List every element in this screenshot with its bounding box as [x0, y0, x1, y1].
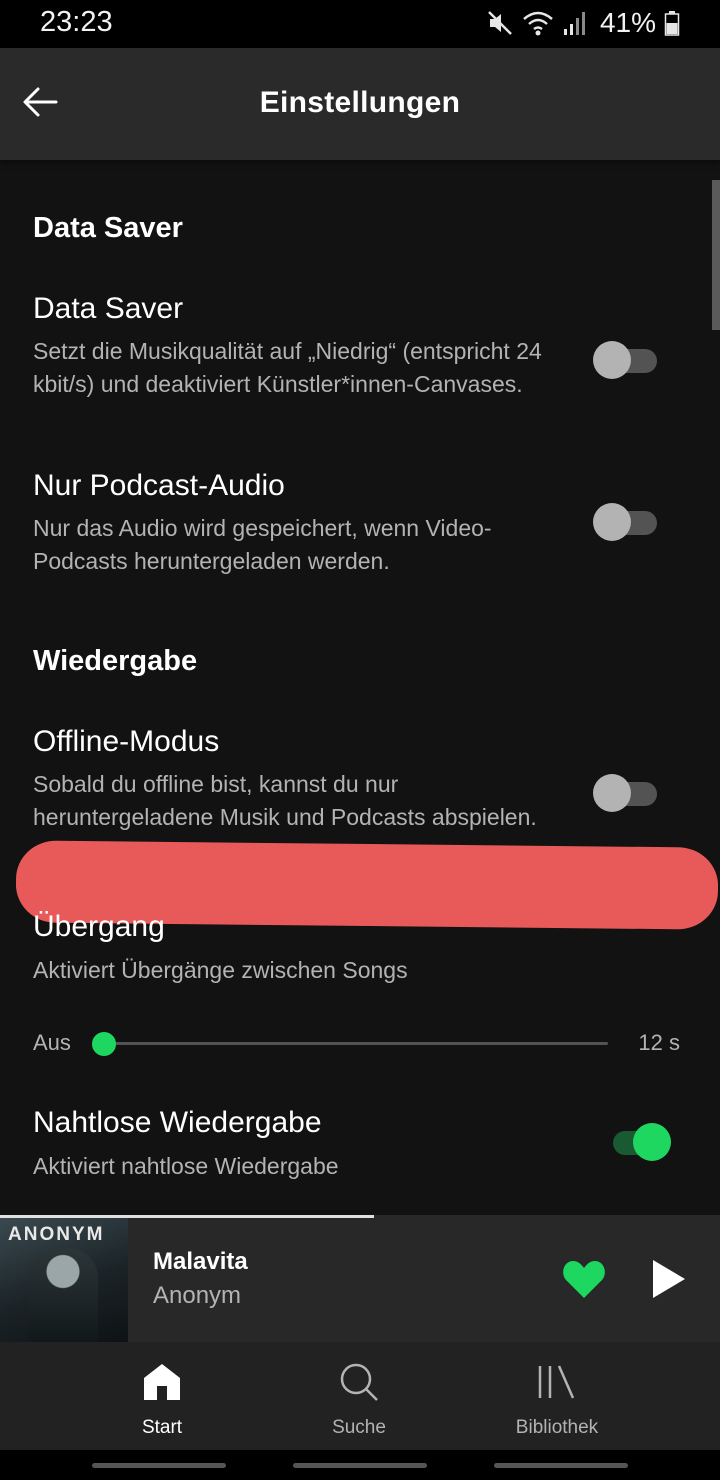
page-title: Einstellungen — [259, 86, 461, 119]
play-button[interactable] — [648, 1257, 688, 1301]
system-nav-home[interactable] — [293, 1463, 427, 1468]
like-button[interactable] — [561, 1257, 607, 1301]
section-header-data-saver: Data Saver — [33, 212, 183, 244]
search-icon — [340, 1363, 378, 1401]
toggle-podcast-audio[interactable] — [593, 502, 659, 542]
crossfade-slider[interactable] — [92, 1032, 608, 1056]
cover-figure — [28, 1248, 98, 1342]
wifi-icon — [523, 11, 553, 36]
toggle-gapless[interactable] — [603, 1122, 671, 1162]
toggle-thumb — [633, 1123, 671, 1161]
setting-desc-data-saver: Setzt die Musikqualität auf „Niedrig“ (e… — [33, 338, 542, 397]
status-time: 23:23 — [40, 6, 113, 38]
scrollbar[interactable] — [712, 180, 720, 330]
status-bar: 23:23 41% — [0, 0, 720, 48]
slider-thumb[interactable] — [92, 1032, 116, 1056]
toggle-data-saver[interactable] — [593, 340, 659, 380]
slider-track — [104, 1042, 608, 1045]
setting-title-offline-mode: Offline-Modus — [33, 725, 220, 758]
battery-percent: 41% — [599, 7, 656, 38]
setting-desc-gapless: Aktiviert nahtlose Wiedergabe — [33, 1153, 339, 1179]
album-cover: ANONYM — [0, 1218, 128, 1342]
crossfade-max-label: 12 s — [638, 1030, 680, 1055]
nav-item-library[interactable]: Bibliothek — [457, 1342, 657, 1450]
home-icon — [144, 1364, 180, 1400]
signal-icon — [563, 12, 585, 35]
nav-label-library: Bibliothek — [515, 1417, 599, 1438]
battery-icon — [664, 11, 680, 36]
setting-title-crossfade: Übergang — [33, 910, 165, 943]
setting-title-gapless: Nahtlose Wiedergabe — [33, 1106, 322, 1139]
heart-icon — [563, 1261, 605, 1298]
system-nav-recents[interactable] — [92, 1463, 226, 1468]
setting-title-podcast-audio: Nur Podcast-Audio — [33, 469, 285, 502]
bottom-nav: Start Suche Bibliothek — [0, 1342, 720, 1450]
system-nav-back[interactable] — [494, 1463, 628, 1468]
toggle-offline-mode[interactable] — [593, 773, 659, 813]
track-title: Malavita — [153, 1248, 248, 1275]
toggle-thumb — [593, 341, 631, 379]
setting-title-data-saver: Data Saver — [33, 292, 184, 325]
cover-text: ANONYM — [8, 1224, 105, 1245]
mute-icon — [488, 11, 512, 35]
toggle-thumb — [593, 774, 631, 812]
track-artist: Anonym — [153, 1282, 242, 1309]
setting-desc-podcast-audio: Nur das Audio wird gespeichert, wenn Vid… — [33, 515, 492, 574]
now-playing-bar[interactable]: ANONYM Malavita Anonym — [0, 1215, 720, 1342]
nav-item-start[interactable]: Start — [62, 1342, 262, 1450]
crossfade-min-label: Aus — [33, 1030, 71, 1055]
app-bar: Einstellungen — [0, 48, 720, 160]
toggle-thumb — [593, 503, 631, 541]
library-icon — [538, 1365, 575, 1399]
nav-label-start: Start — [141, 1417, 183, 1438]
nav-item-search[interactable]: Suche — [259, 1342, 459, 1450]
status-icons: 41% — [486, 7, 680, 39]
setting-desc-crossfade: Aktiviert Übergänge zwischen Songs — [33, 957, 408, 983]
play-icon — [653, 1260, 685, 1298]
nav-label-search: Suche — [332, 1417, 386, 1438]
section-header-playback: Wiedergabe — [33, 645, 198, 677]
system-nav-bar — [0, 1450, 720, 1480]
